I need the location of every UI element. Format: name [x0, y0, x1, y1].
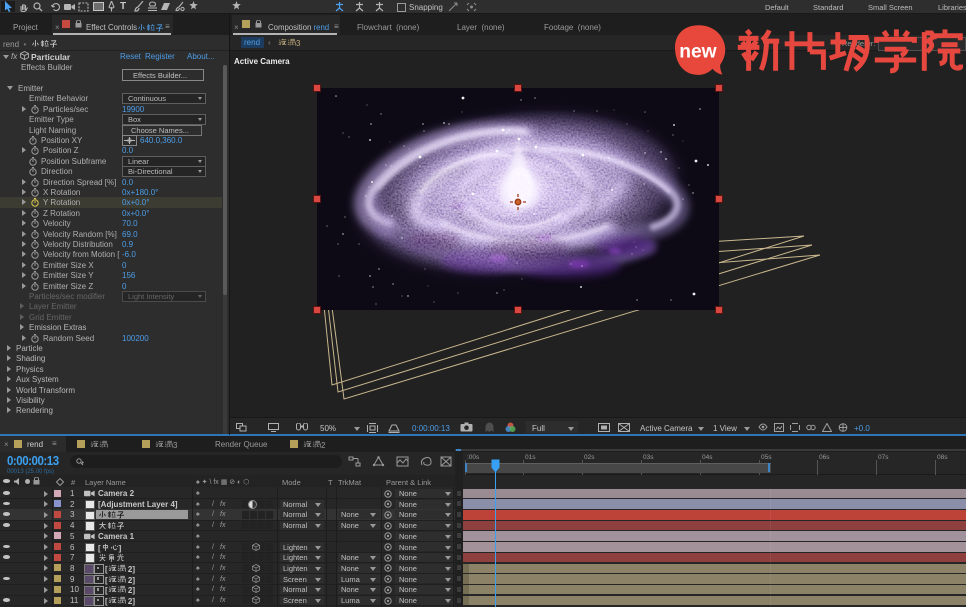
- svg-text:new: new: [679, 41, 716, 62]
